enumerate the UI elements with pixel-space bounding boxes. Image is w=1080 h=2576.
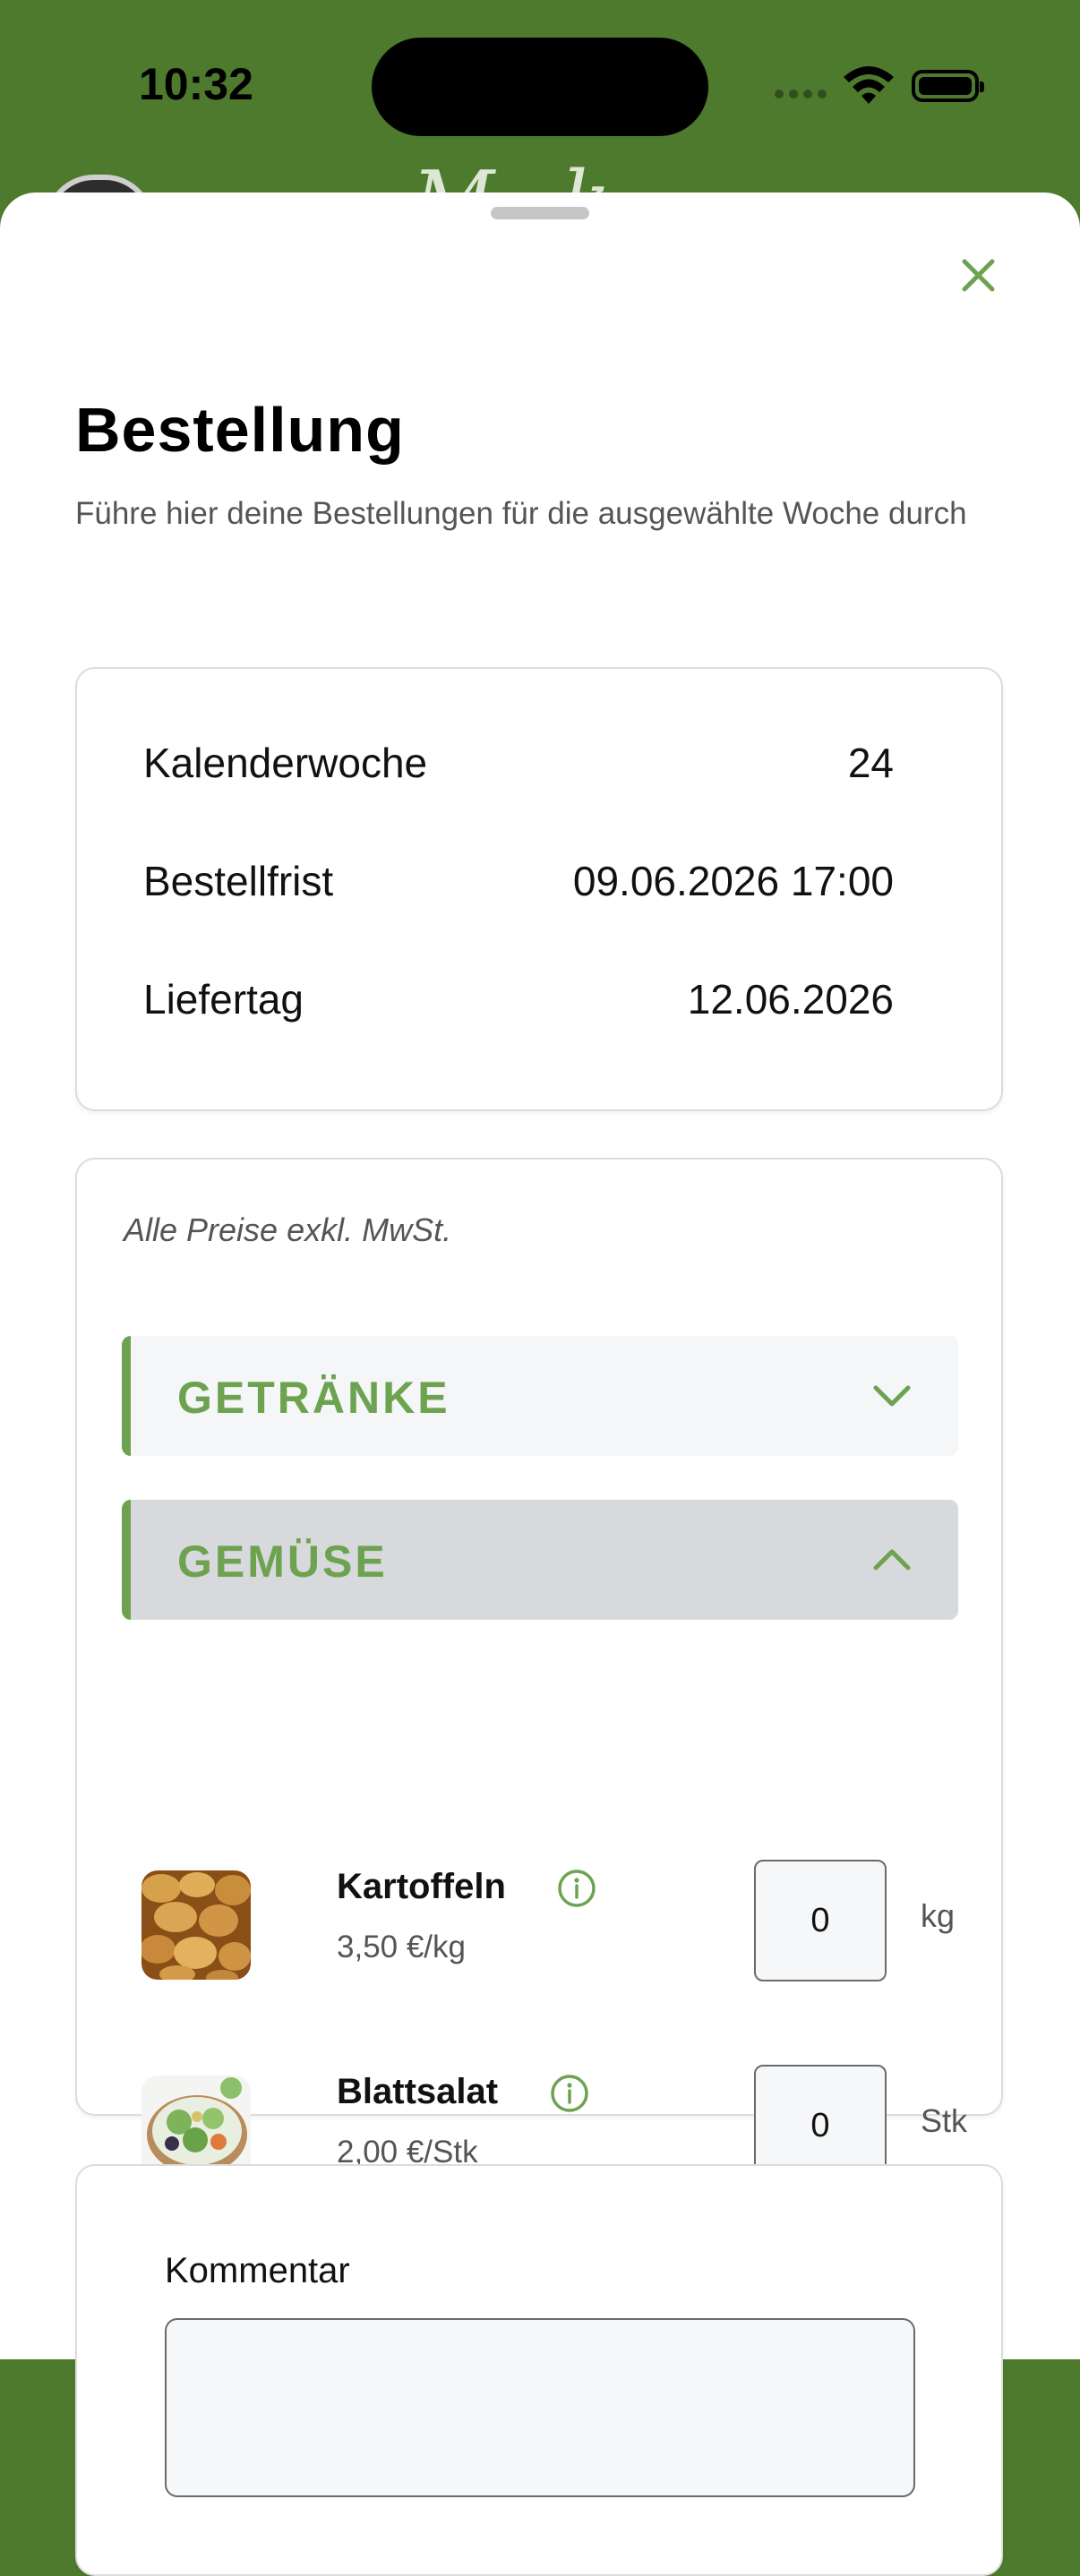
comment-field[interactable] [165,2318,915,2497]
category-label: GETRÄNKE [177,1373,450,1423]
page-subtitle: Führe hier deine Bestellungen für die au… [75,496,967,531]
sheet-grabber[interactable] [491,207,589,219]
order-deadline-value: 09.06.2026 17:00 [572,858,894,904]
category-getraenke[interactable]: GETRÄNKE [122,1336,958,1456]
chevron-down-icon [873,1385,911,1407]
quantity-input[interactable] [754,1860,887,1981]
delivery-day-row: Liefertag 12.06.2026 [143,975,894,1029]
category-gemuese[interactable]: GEMÜSE [122,1500,958,1620]
info-icon[interactable] [550,2074,589,2113]
product-unit: Stk [921,2102,968,2139]
order-sheet: Bestellung Führe hier deine Bestellungen… [0,193,1080,2576]
delivery-day-value: 12.06.2026 [687,976,894,1023]
product-name: Kartoffeln [337,1867,506,1906]
product-row: Kartoffeln 3,50 €/kg kg [141,1860,955,1990]
delivery-day-label: Liefertag [143,976,304,1023]
status-time: 10:32 [139,59,253,109]
order-deadline-row: Bestellfrist 09.06.2026 17:00 [143,857,894,911]
status-bar: 10:32 M~k [0,0,1080,284]
close-icon[interactable] [954,251,1003,300]
product-price: 3,50 €/kg [337,1930,466,1964]
comment-label: Kommentar [165,2251,350,2290]
chevron-up-icon [873,1549,911,1570]
battery-icon [912,70,984,102]
calendar-week-label: Kalenderwoche [143,740,428,786]
order-info-card: Kalenderwoche 24 Bestellfrist 09.06.2026… [75,667,1003,1111]
product-unit: kg [921,1897,956,1934]
product-name: Blattsalat [337,2072,499,2111]
info-icon[interactable] [557,1869,596,1908]
comment-card: Kommentar [75,2164,1003,2576]
page-title: Bestellung [75,395,405,465]
wifi-icon [844,66,894,104]
products-card: Alle Preise exkl. MwSt. GETRÄNKE GEMÜSE [75,1158,1003,2187]
price-note: Alle Preise exkl. MwSt. [124,1211,452,1248]
dynamic-island [372,38,708,136]
order-deadline-label: Bestellfrist [143,858,334,904]
category-label: GEMÜSE [177,1536,388,1587]
calendar-week-row: Kalenderwoche 24 [143,739,894,792]
calendar-week-value: 24 [847,740,894,786]
potatoes-image [141,1870,251,1980]
